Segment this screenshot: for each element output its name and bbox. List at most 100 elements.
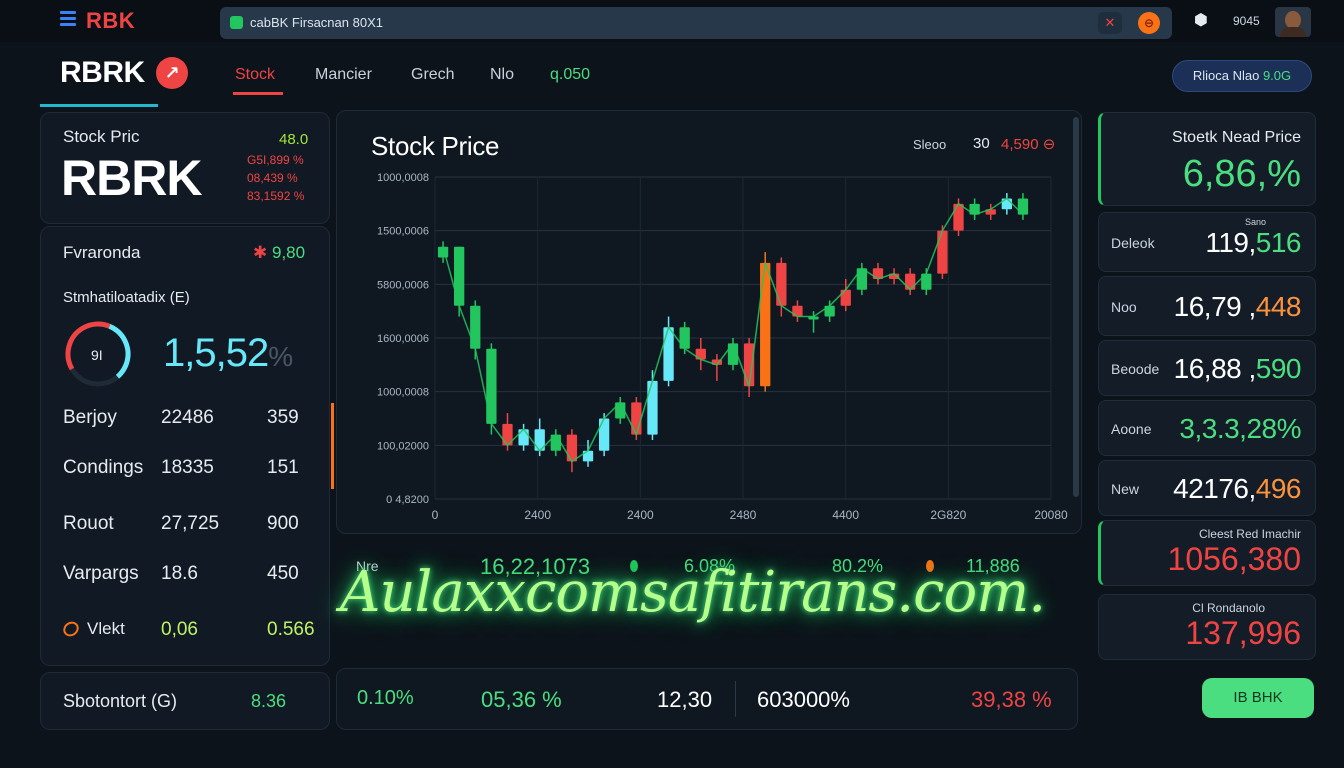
tab-stock[interactable]: Stock: [235, 66, 275, 84]
chart-scrollbar[interactable]: [1073, 117, 1079, 497]
hamburger-menu-icon[interactable]: [60, 11, 76, 27]
address-text[interactable]: cabBK Firsacnan 80X1: [250, 15, 383, 30]
x-tick-label: 4400: [832, 508, 859, 522]
candle-body: [550, 434, 561, 451]
metric-row-extra: 450: [267, 563, 299, 584]
candle-body: [566, 434, 578, 462]
card-value-main: 42176,: [1173, 473, 1256, 504]
metric-row[interactable]: Varpargs 18.6 450: [41, 563, 331, 593]
price-pill-button[interactable]: Rlioca Nlao 9.0G: [1172, 60, 1312, 92]
address-bar[interactable]: cabBK Firsacnan 80X1 ✕ ⊖: [220, 7, 1172, 39]
card-value: 1056,380: [1167, 541, 1301, 577]
extension-button[interactable]: ⊖: [1138, 12, 1160, 34]
x-tick-label: 2G820: [930, 508, 966, 522]
card-caption: Sano: [1245, 217, 1267, 227]
metric-label: Fvraronda: [63, 243, 141, 262]
x-tick-label: 2400: [524, 508, 551, 522]
candle-body: [679, 327, 690, 349]
candle-body: [598, 418, 610, 451]
metric-row-extra: 900: [267, 513, 299, 534]
card-value-main: 119,: [1205, 227, 1256, 258]
card-label: Beoode: [1111, 361, 1160, 377]
stat-card[interactable]: Cleest Red Imachir 1056,380: [1098, 520, 1316, 586]
metric-row-label: Vlekt: [87, 619, 125, 638]
bottom-stats-panel: 0.10% 05,36 % 12,30 603000% 39,38 %: [336, 668, 1078, 730]
stock-price-value: 48.0: [279, 131, 309, 148]
card-value: 16,79 ,448: [1173, 291, 1302, 323]
chart-range-value[interactable]: 30: [973, 135, 990, 152]
candlestick-chart[interactable]: 1000,0008 1500,0006 5800,0006 1600,0006 1000…: [337, 111, 1083, 535]
candle-body: [647, 380, 658, 435]
stock-change-2: 08,439 %: [247, 171, 298, 185]
metric-row-value: 22486: [161, 407, 214, 428]
bottom-stat-4: 603000%: [757, 687, 850, 712]
tab-nlo[interactable]: Nlo: [490, 66, 514, 84]
candle-body: [905, 273, 916, 290]
candle-body: [470, 305, 481, 349]
bottom-stat-3: 12,30: [657, 687, 713, 712]
stock-summary-panel: Stock Pric RBRK 48.0 G5I,899 % 08,439 % …: [40, 112, 330, 224]
candle-body: [953, 203, 964, 231]
bottom-left-label: Sbotontort (G): [63, 691, 178, 711]
stock-price-label: Stock Pric: [63, 127, 140, 146]
metric-row-extra: 0.566: [267, 619, 315, 640]
trend-line: [442, 197, 1024, 463]
stat-card[interactable]: Aoone 3,3.3,28%: [1098, 400, 1316, 456]
metric-row-value: 18.6: [161, 563, 198, 584]
metric-row-label: Condings: [63, 457, 144, 478]
candle-body: [1017, 198, 1029, 215]
stat-card[interactable]: Beoode 16,88 ,590: [1098, 340, 1316, 396]
metric-row-label: Varpargs: [63, 563, 139, 584]
metric-row[interactable]: Condings 18335 151: [41, 457, 331, 487]
card-value: 42176,496: [1173, 473, 1301, 505]
candle-body: [743, 343, 755, 387]
stock-change-3: 83,1592 %: [247, 189, 305, 203]
bottom-stat-2: 05,36 %: [481, 687, 562, 712]
notification-icon[interactable]: ⬢: [1192, 12, 1210, 30]
metric-row[interactable]: Berjoy 22486 359: [41, 407, 331, 437]
card-label: Cl Rondanolo: [1192, 601, 1265, 615]
y-tick-label: 100,02000: [377, 440, 429, 452]
chart-range-label[interactable]: Sleoo: [913, 137, 946, 152]
ticker-row: Nre 16,22,1073 6.08% 80.2% 11,886: [336, 538, 1082, 662]
cta-button[interactable]: IB BHK: [1202, 678, 1314, 718]
avatar[interactable]: [1275, 7, 1311, 37]
y-tick-label: 1000,0008: [377, 387, 429, 399]
candle-body: [631, 402, 642, 435]
tab-grech[interactable]: Grech: [411, 66, 455, 84]
stock-head-price-card[interactable]: Stoetk Nead Price 6,86,%: [1098, 112, 1316, 206]
stat-card[interactable]: Cl Rondanolo 137,996: [1098, 594, 1316, 660]
status-dot-orange: [926, 560, 934, 572]
metric-number: 9,80: [271, 243, 306, 262]
card-value: 3,3.3,28%: [1179, 413, 1301, 444]
metric-row[interactable]: Rouot 27,725 900: [41, 513, 331, 543]
ticker-value-3: 80.2%: [832, 556, 884, 576]
close-tab-button[interactable]: ✕: [1098, 12, 1122, 34]
app-logo[interactable]: RBRK: [60, 56, 145, 90]
card-label: New: [1111, 481, 1140, 497]
card-value-tail: 496: [1255, 473, 1302, 504]
stat-card[interactable]: Noo 16,79 ,448: [1098, 276, 1316, 336]
stat-card[interactable]: Sano Deleok 119,516: [1098, 212, 1316, 272]
chart-price-badge[interactable]: 4,590 ⊖: [1001, 135, 1055, 153]
card-label: Aoone: [1111, 421, 1152, 437]
secure-lock-icon: [230, 16, 243, 29]
pill-value: 9.0G: [1262, 68, 1292, 83]
card-value-main: 16,79 ,: [1173, 291, 1257, 322]
chart-title: Stock Price: [371, 131, 500, 161]
tab-value[interactable]: q.050: [550, 66, 590, 84]
x-tick-label: 2480: [730, 508, 757, 522]
metric-row-label: Berjoy: [63, 407, 117, 428]
card-value-main: 16,88 ,: [1173, 353, 1257, 384]
pill-label: Rlioca Nlao: [1192, 68, 1260, 83]
scroll-indicator[interactable]: [331, 403, 334, 489]
candle-body: [776, 262, 787, 306]
y-tick-label: 1600,0006: [377, 333, 429, 345]
tab-mancier[interactable]: Mancier: [315, 66, 372, 84]
card-value-tail: 516: [1255, 227, 1302, 258]
card-value: 137,996: [1185, 615, 1301, 651]
metric-prefix: ✱: [253, 243, 268, 262]
metric-row[interactable]: Vlekt 0,06 0.566: [41, 618, 331, 649]
stat-card[interactable]: New 42176,496: [1098, 460, 1316, 516]
card-label: Deleok: [1111, 235, 1155, 251]
